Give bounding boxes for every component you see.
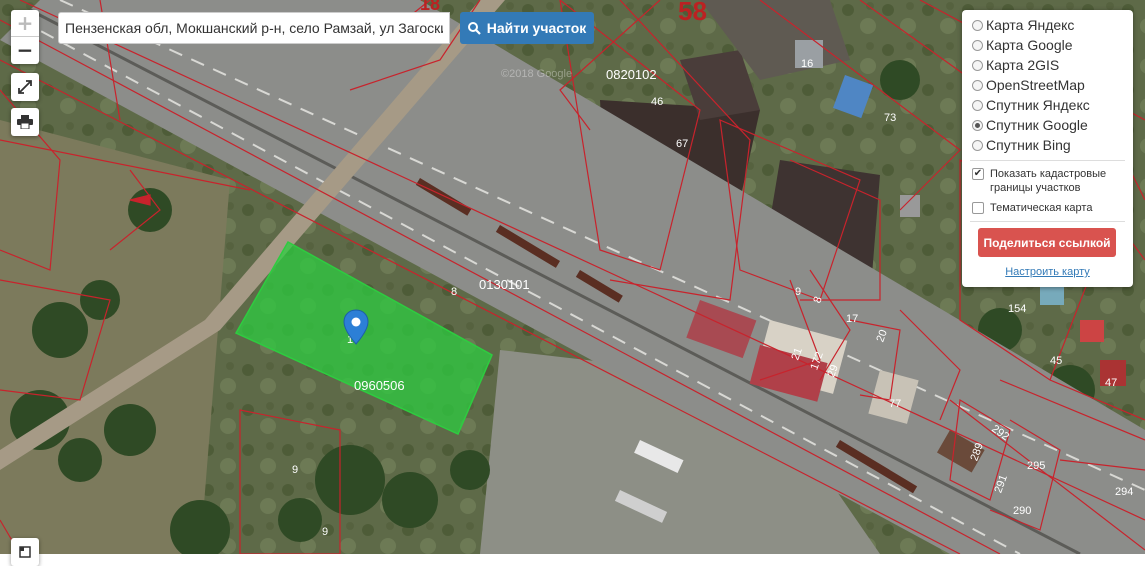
- show-cadastral-label: Показать кадастровые границы участков: [990, 168, 1107, 194]
- quarter-label: 0820102: [606, 67, 657, 82]
- layers-icon: [19, 546, 31, 558]
- print-button[interactable]: [11, 108, 39, 136]
- map-source-option[interactable]: Карта Google: [972, 35, 1073, 55]
- layers-button[interactable]: [11, 538, 39, 566]
- radio-button-selected[interactable]: [972, 119, 983, 131]
- map-source-option[interactable]: Спутник Яндекс: [972, 95, 1090, 115]
- map-source-option[interactable]: OpenStreetMap: [972, 75, 1085, 95]
- quarter-label: 58: [678, 0, 707, 26]
- parcel-label: 16: [801, 58, 814, 70]
- parcel-label: 9: [322, 526, 329, 538]
- parcel-label: 9: [292, 464, 299, 476]
- parcel-label: 47: [1105, 377, 1118, 389]
- parcel-label: 9: [795, 286, 802, 298]
- share-link-button[interactable]: Поделиться ссылкой: [978, 228, 1116, 257]
- parcel-label: 290: [1013, 505, 1032, 517]
- expand-icon: [18, 80, 32, 94]
- map-source-label: Спутник Google: [986, 117, 1088, 133]
- zoom-control: + −: [11, 10, 39, 64]
- map-source-label: Спутник Яндекс: [986, 97, 1090, 113]
- map-source-label: OpenStreetMap: [986, 77, 1085, 93]
- map-source-label: Спутник Bing: [986, 137, 1071, 153]
- radio-button[interactable]: [972, 79, 983, 91]
- show-cadastral-option[interactable]: ✔ Показать кадастровые границы участков: [972, 167, 1120, 195]
- parcel-label: 294: [1115, 486, 1134, 498]
- thematic-map-checkbox[interactable]: [972, 202, 984, 214]
- thematic-map-option[interactable]: Тематическая карта: [972, 201, 1092, 215]
- radio-button[interactable]: [972, 59, 983, 71]
- parcel-label: 46: [651, 96, 664, 108]
- radio-button[interactable]: [972, 19, 983, 31]
- zoom-in-button[interactable]: +: [11, 10, 39, 37]
- configure-map-link[interactable]: Настроить карту: [962, 266, 1133, 278]
- show-cadastral-checkbox[interactable]: ✔: [972, 168, 984, 180]
- map-source-option[interactable]: Спутник Bing: [972, 135, 1071, 155]
- thematic-map-label: Тематическая карта: [990, 202, 1093, 214]
- search-icon: [467, 21, 481, 35]
- parcel-label: 154: [1008, 303, 1027, 315]
- radio-button[interactable]: [972, 99, 983, 111]
- map-source-label: Карта Google: [986, 37, 1073, 53]
- parcel-label: 67: [676, 138, 689, 150]
- quarter-label: 0130101: [479, 277, 530, 292]
- divider: [970, 221, 1125, 222]
- fullscreen-button[interactable]: [11, 73, 39, 101]
- parcel-label: 8: [451, 286, 458, 298]
- parcel-label: 73: [884, 112, 897, 124]
- parcel-label: 295: [1027, 460, 1046, 472]
- parcel-label: 17: [846, 313, 859, 325]
- parcel-label: 77: [889, 398, 902, 410]
- find-parcel-label: Найти участок: [486, 20, 587, 36]
- find-parcel-button[interactable]: Найти участок: [460, 12, 594, 44]
- map-source-option[interactable]: Карта 2GIS: [972, 55, 1059, 75]
- radio-button[interactable]: [972, 139, 983, 151]
- divider: [970, 160, 1125, 161]
- printer-icon: [17, 115, 33, 129]
- zoom-out-button[interactable]: −: [11, 37, 39, 63]
- map-source-label: Карта 2GIS: [986, 57, 1060, 73]
- map-watermark: ©2018 Google: [501, 68, 573, 80]
- map-settings-panel: Карта Яндекс Карта Google Карта 2GIS Ope…: [962, 10, 1133, 287]
- address-search-input[interactable]: [58, 12, 450, 44]
- quarter-label: 0960506: [354, 378, 405, 393]
- map-source-option[interactable]: Спутник Google: [972, 115, 1088, 135]
- map-source-option[interactable]: Карта Яндекс: [972, 15, 1074, 35]
- radio-button[interactable]: [972, 39, 983, 51]
- parcel-label: 45: [1050, 355, 1063, 367]
- map-source-label: Карта Яндекс: [986, 17, 1075, 33]
- location-marker-icon[interactable]: [343, 309, 369, 345]
